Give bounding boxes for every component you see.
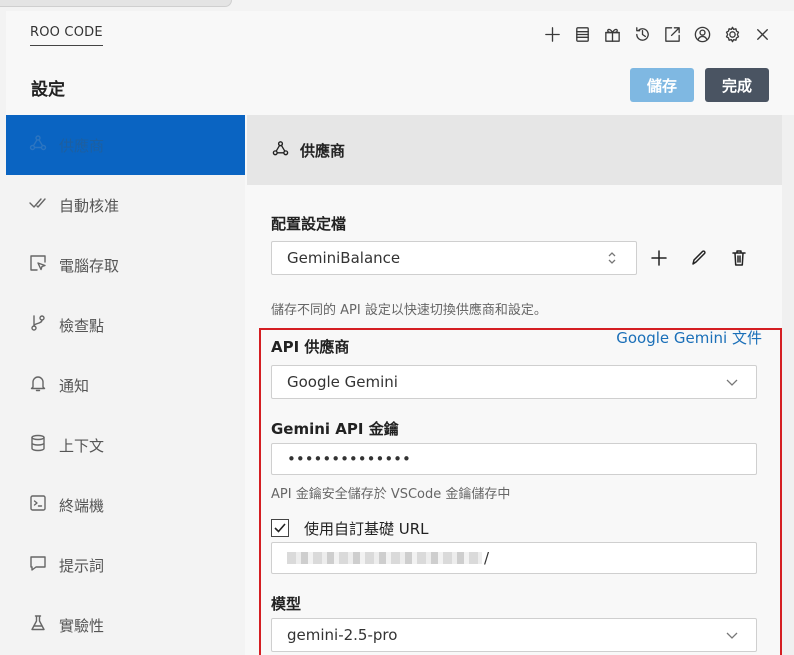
git-branch-icon	[28, 313, 48, 337]
updown-chevron-icon	[604, 250, 620, 270]
custom-url-checkbox[interactable]	[271, 519, 289, 537]
sidebar-item-computer-access[interactable]: 電腦存取	[6, 235, 245, 295]
profile-select[interactable]: GeminiBalance	[271, 241, 637, 275]
extensions-icon[interactable]	[600, 22, 624, 46]
model-select-value: gemini-2.5-pro	[287, 626, 398, 644]
sidebar-item-context[interactable]: 上下文	[6, 415, 245, 475]
history-icon[interactable]	[630, 22, 654, 46]
terminal-icon	[28, 493, 48, 517]
redacted-url	[287, 552, 482, 564]
check-icon	[274, 523, 286, 533]
settings-sidebar: 供應商 自動核准 電腦存取 檢查點 通知 上下文 終端機 提示詞 實驗性	[6, 115, 245, 655]
account-icon[interactable]	[690, 22, 714, 46]
custom-url-input[interactable]: /	[271, 542, 757, 574]
sidebar-item-label: 自動核准	[59, 196, 120, 215]
model-label: 模型	[271, 595, 302, 613]
api-key-input[interactable]: ••••••••••••••	[271, 443, 757, 475]
window-top-strip	[0, 0, 794, 11]
plus-icon[interactable]	[540, 22, 564, 46]
profile-label: 配置設定檔	[271, 215, 347, 233]
sidebar-item-label: 終端機	[59, 496, 105, 515]
profile-help: 儲存不同的 API 設定以快速切換供應商和設定。	[271, 303, 547, 318]
editor-tab-edge	[0, 0, 232, 7]
add-profile-button[interactable]	[646, 245, 672, 271]
custom-url-suffix: /	[484, 549, 490, 567]
section-header: 供應商	[247, 115, 782, 185]
sidebar-item-label: 上下文	[59, 436, 105, 455]
delete-profile-button[interactable]	[726, 245, 752, 271]
popout-icon[interactable]	[660, 22, 684, 46]
gear-icon[interactable]	[720, 22, 744, 46]
done-button[interactable]: 完成	[705, 68, 769, 102]
rename-profile-button[interactable]	[686, 245, 712, 271]
database-icon[interactable]	[570, 22, 594, 46]
api-key-value: ••••••••••••••	[287, 450, 411, 468]
sidebar-item-auto-approve[interactable]: 自動核准	[6, 175, 245, 235]
chevron-down-icon	[724, 374, 740, 394]
check-all-icon	[28, 193, 48, 217]
save-button[interactable]: 儲存	[630, 68, 694, 102]
content-scrollbar[interactable]	[782, 115, 794, 655]
message-icon	[28, 553, 48, 577]
profile-select-value: GeminiBalance	[287, 249, 401, 267]
flask-icon	[28, 613, 48, 637]
close-icon[interactable]	[750, 22, 774, 46]
database-icon	[28, 433, 48, 457]
sidebar-item-experimental[interactable]: 實驗性	[6, 595, 245, 655]
sidebar-item-label: 實驗性	[59, 616, 105, 635]
cursor-window-icon	[28, 253, 48, 277]
settings-content: 供應商 配置設定檔 GeminiBalance 儲存不同的 API 設定以快速切…	[247, 115, 782, 655]
title-bar: ROO CODE	[6, 11, 794, 59]
sidebar-item-prompts[interactable]: 提示詞	[6, 535, 245, 595]
sidebar-item-terminal[interactable]: 終端機	[6, 475, 245, 535]
api-key-label: Gemini API 金鑰	[271, 420, 399, 438]
settings-panel: ROO CODE 設定 儲存 完成 供應商 自動核准 電腦存取 檢查點 通知 上…	[6, 11, 794, 655]
settings-header: 設定 儲存 完成	[6, 63, 794, 113]
provider-docs-link[interactable]: Google Gemini 文件	[616, 327, 762, 348]
webhook-icon	[271, 139, 290, 162]
bell-icon	[28, 373, 48, 397]
sidebar-item-label: 電腦存取	[59, 256, 120, 275]
sidebar-item-label: 檢查點	[59, 316, 105, 335]
sidebar-item-label: 通知	[59, 376, 90, 395]
custom-url-label: 使用自訂基礎 URL	[304, 520, 429, 538]
webhook-icon	[28, 133, 48, 157]
chevron-down-icon	[724, 627, 740, 647]
provider-label: API 供應商	[271, 338, 350, 356]
title-actions	[540, 22, 774, 46]
model-select[interactable]: gemini-2.5-pro	[271, 618, 757, 652]
section-title: 供應商	[300, 141, 346, 160]
app-title: ROO CODE	[30, 25, 103, 46]
sidebar-item-label: 提示詞	[59, 556, 105, 575]
page-title: 設定	[31, 80, 65, 100]
sidebar-item-providers[interactable]: 供應商	[6, 115, 245, 175]
sidebar-item-label: 供應商	[59, 136, 105, 155]
api-key-help: API 金鑰安全儲存於 VSCode 金鑰儲存中	[271, 487, 511, 502]
provider-select[interactable]: Google Gemini	[271, 365, 757, 399]
sidebar-item-notifications[interactable]: 通知	[6, 355, 245, 415]
sidebar-item-checkpoints[interactable]: 檢查點	[6, 295, 245, 355]
provider-select-value: Google Gemini	[287, 373, 398, 391]
